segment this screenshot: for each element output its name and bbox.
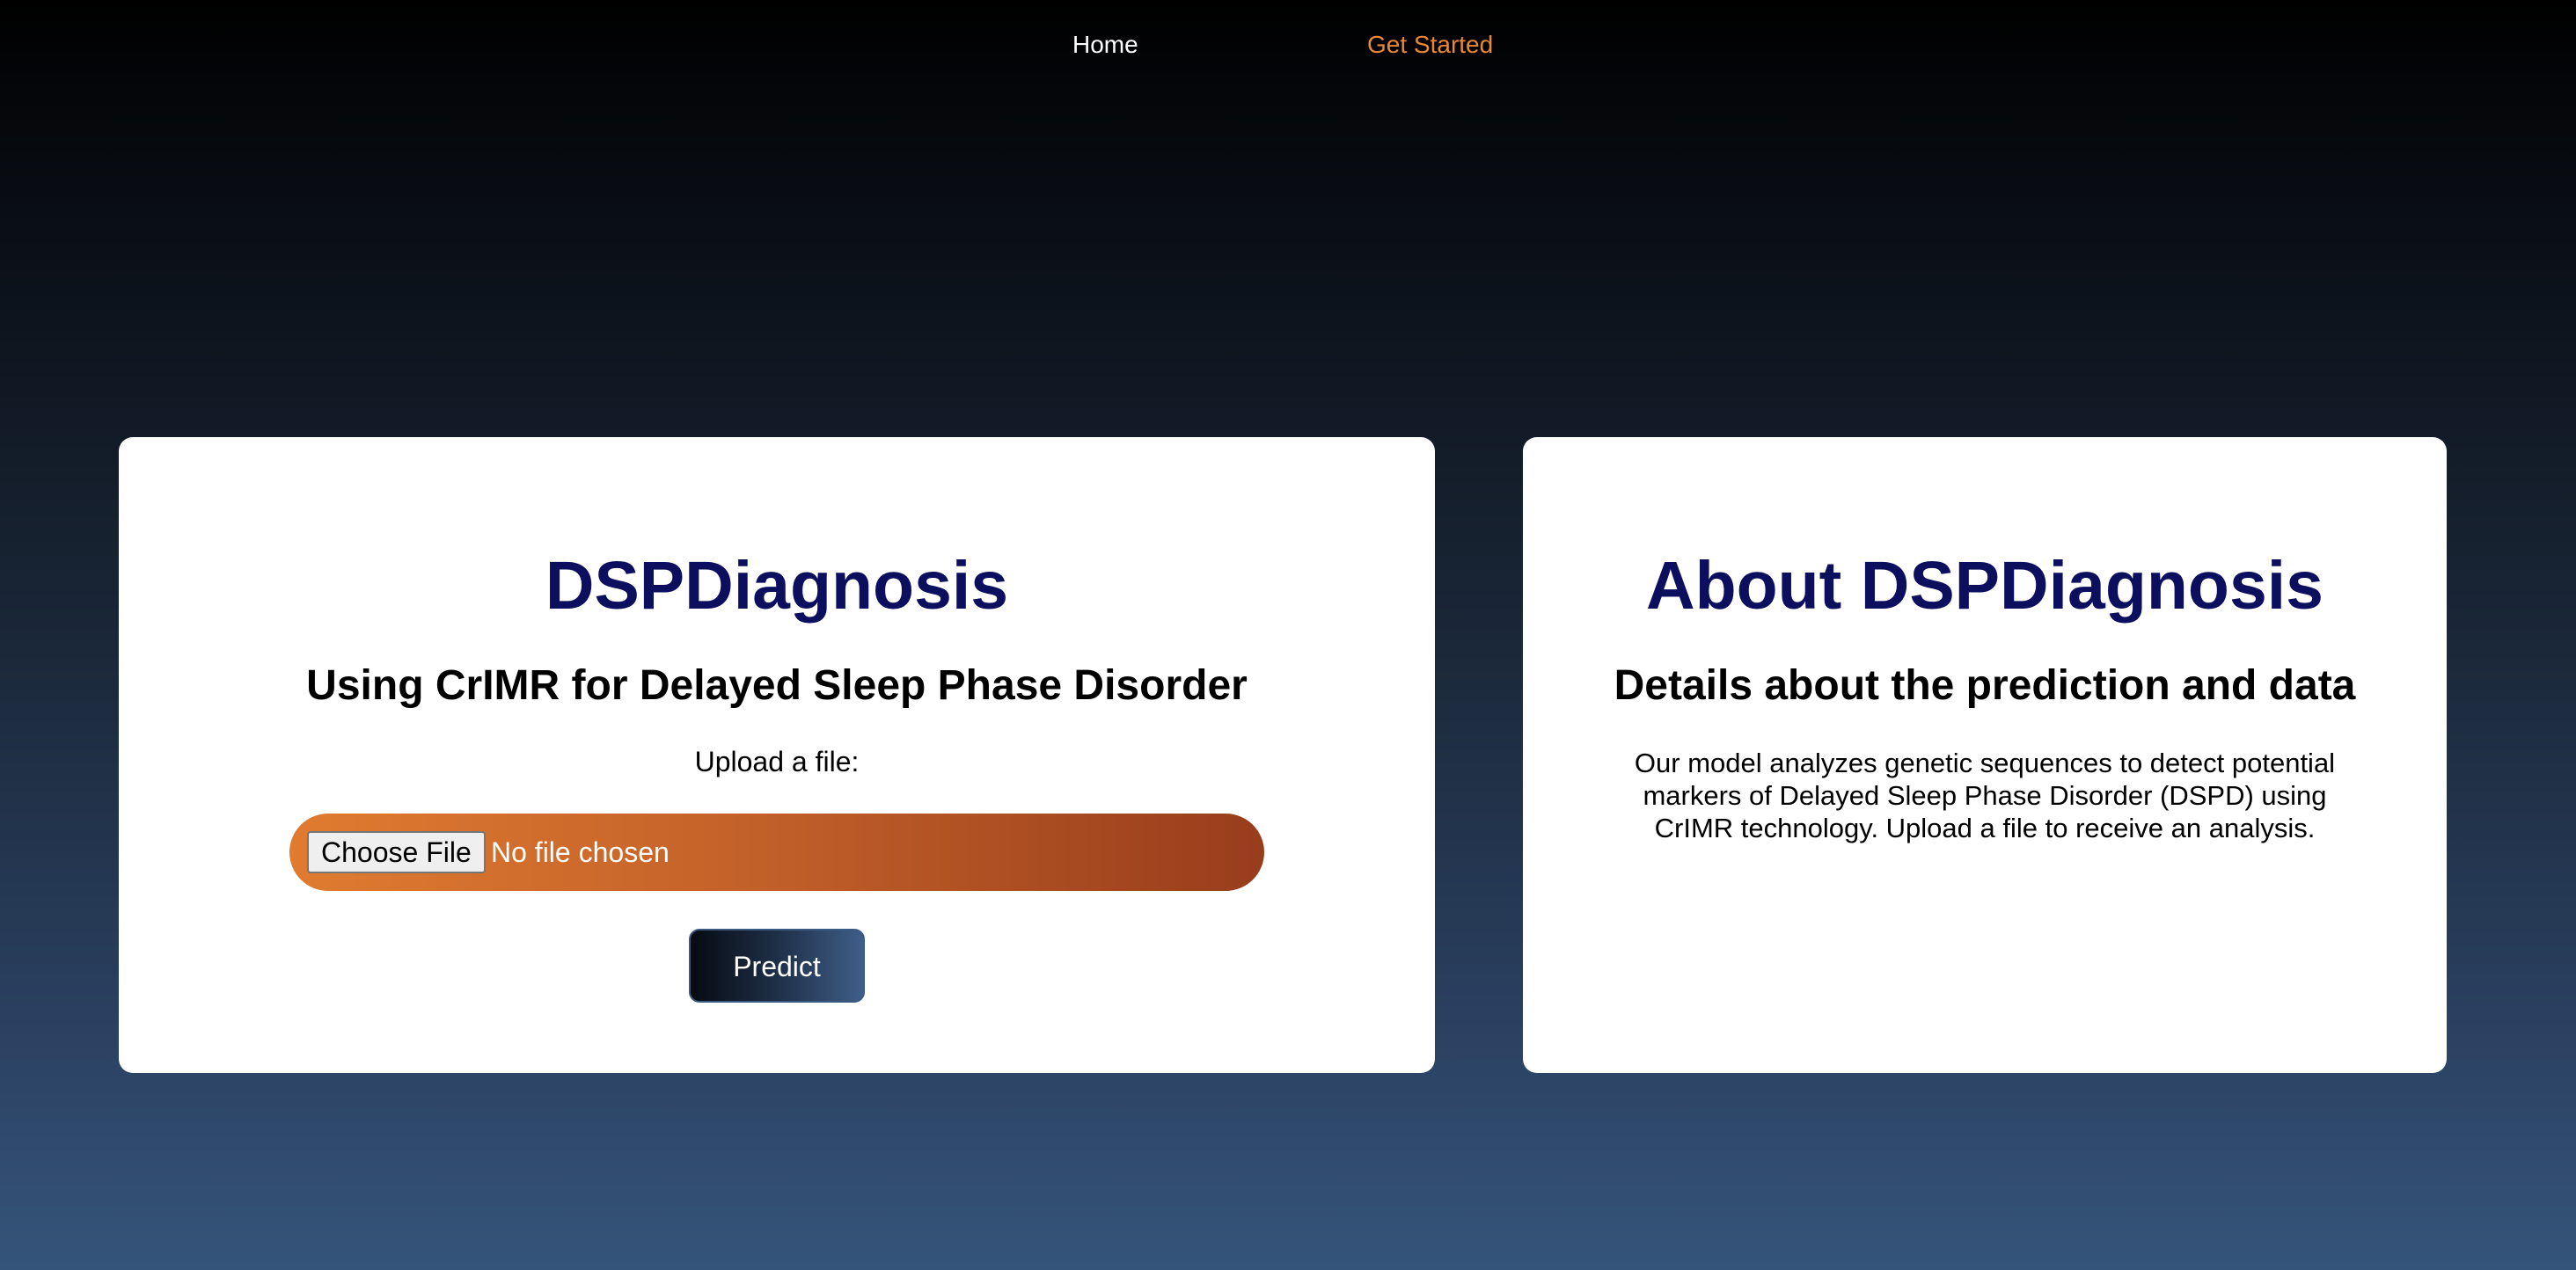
predict-button[interactable]: Predict [689, 929, 865, 1003]
diagnosis-title: DSPDiagnosis [545, 548, 1009, 624]
file-input[interactable]: Choose File [289, 814, 1264, 891]
diagnosis-subtitle: Using CrIMR for Delayed Sleep Phase Diso… [306, 662, 1248, 709]
nav-get-started-link[interactable]: Get Started [1367, 30, 1493, 60]
about-subtitle: Details about the prediction and data [1614, 662, 2356, 709]
diagnosis-card: DSPDiagnosis Using CrIMR for Delayed Sle… [119, 437, 1435, 1073]
nav-home-link[interactable]: Home [1072, 30, 1138, 60]
choose-file-button[interactable]: Choose File [307, 831, 486, 873]
file-status-text: No file chosen [491, 836, 670, 868]
about-title: About DSPDiagnosis [1645, 548, 2324, 624]
about-description: Our model analyzes genetic sequences to … [1634, 748, 2336, 843]
upload-label: Upload a file: [694, 746, 860, 777]
about-card: About DSPDiagnosis Details about the pre… [1523, 437, 2447, 1073]
top-nav: Home Get Started [0, 0, 2576, 91]
